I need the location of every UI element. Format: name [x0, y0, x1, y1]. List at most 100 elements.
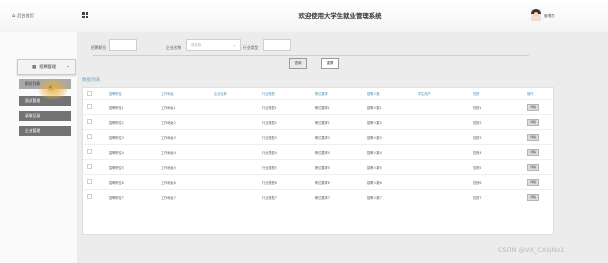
row-select-cell [83, 129, 109, 145]
col-header[interactable]: 职位要求 [315, 88, 367, 100]
table-cell: 性别2 [473, 114, 527, 130]
table-cell: 招聘职位4 [109, 144, 161, 160]
col-header[interactable]: 学生用户 [418, 88, 473, 100]
detail-button[interactable]: 详情 [527, 178, 539, 186]
row-checkbox[interactable] [87, 119, 92, 124]
col-header[interactable]: 企业名称 [214, 88, 262, 100]
user-name[interactable]: 管理员 [544, 14, 555, 19]
row-select-cell [83, 114, 109, 130]
filter-divider [93, 55, 529, 56]
table-row: 招聘职位4 工作地址4 行业类型4 职位要求4 招聘人数4 性别4 详情 [83, 144, 553, 160]
table-cell [214, 174, 262, 190]
row-action-cell: 详情 [527, 159, 553, 175]
row-select-cell [83, 174, 109, 190]
company-filter-select[interactable]: 请选择 ⌄ [186, 39, 241, 51]
table-cell: 性别5 [473, 159, 527, 175]
table-cell [214, 144, 262, 160]
row-checkbox[interactable] [87, 179, 92, 184]
row-checkbox[interactable] [87, 164, 92, 169]
col-header[interactable]: 性别 [473, 88, 527, 100]
table-row: 招聘职位6 工作地址6 行业类型6 职位要求6 招聘人数6 性别6 详情 [83, 174, 553, 190]
table-cell [418, 189, 473, 204]
table-cell [418, 99, 473, 115]
table-cell [214, 159, 262, 175]
table-cell: 职位要求1 [315, 99, 367, 115]
select-all-checkbox[interactable] [87, 90, 92, 96]
table-cell [418, 114, 473, 130]
reset-button[interactable]: 重置 [321, 58, 339, 69]
table-cell: 工作地址3 [161, 129, 214, 145]
table-cell: 招聘人数7 [367, 189, 418, 204]
main-content: 招聘职位 企业名称 请选择 ⌄ 行业类型 查询 重置 数据列表 招聘职位 工作地… [77, 32, 608, 263]
row-checkbox[interactable] [87, 149, 92, 154]
position-filter-input[interactable] [109, 39, 137, 51]
table-cell: 招聘职位3 [109, 129, 161, 145]
menu-grid-icon[interactable] [82, 12, 88, 18]
chevron-down-icon: ⌄ [232, 42, 236, 47]
table-cell: 招聘职位6 [109, 174, 161, 190]
table-row: 招聘职位7 工作地址7 行业类型7 职位要求7 招聘人数7 性别7 详情 [83, 189, 553, 204]
home-label: 后台首页 [17, 13, 34, 18]
industry-filter-input[interactable] [263, 39, 291, 51]
table-cell: 招聘职位5 [109, 159, 161, 175]
table-cell: 性别3 [473, 129, 527, 145]
table-cell: 行业类型4 [262, 144, 315, 160]
table-cell: 行业类型5 [262, 159, 315, 175]
company-filter-label: 企业名称 [166, 45, 182, 50]
row-checkbox[interactable] [87, 134, 92, 139]
row-action-cell: 详情 [527, 129, 553, 145]
row-checkbox[interactable] [87, 104, 92, 109]
table-cell: 工作地址7 [161, 189, 214, 204]
table-cell: 职位要求4 [315, 144, 367, 160]
detail-button[interactable]: 详情 [527, 118, 539, 126]
table-cell: 性别7 [473, 189, 527, 204]
home-link[interactable]: ⌂ 后台首页 [12, 13, 34, 19]
table-cell: 工作地址2 [161, 114, 214, 130]
row-action-cell: 详情 [527, 114, 553, 130]
row-select-cell [83, 99, 109, 115]
detail-button[interactable]: 详情 [527, 133, 539, 141]
user-avatar[interactable] [531, 9, 541, 21]
row-select-cell [83, 189, 109, 204]
table-cell [214, 114, 262, 130]
table-cell: 招聘人数6 [367, 174, 418, 190]
table-cell: 工作地址5 [161, 159, 214, 175]
table-cell [418, 159, 473, 175]
col-header[interactable]: 招聘职位 [109, 88, 161, 100]
grid-small-icon: ▦ [32, 64, 37, 70]
query-button[interactable]: 查询 [289, 58, 307, 69]
row-checkbox[interactable] [87, 194, 92, 199]
sidebar-item-company[interactable]: 企业管理 [19, 126, 71, 136]
col-header[interactable]: 工作地址 [161, 88, 214, 100]
home-icon: ⌂ [12, 13, 16, 19]
row-select-cell [83, 159, 109, 175]
row-select-cell [83, 144, 109, 160]
sidebar-item-admission[interactable]: 录取记录 [19, 111, 71, 121]
table-cell: 性别1 [473, 99, 527, 115]
table-cell: 招聘职位7 [109, 189, 161, 204]
table-cell: 招聘人数5 [367, 159, 418, 175]
watermark: CSDN @VX_CXsjNo1 [498, 246, 565, 254]
col-header[interactable]: 行业类型 [262, 88, 315, 100]
detail-button[interactable]: 详情 [527, 148, 539, 156]
table-row: 招聘职位3 工作地址3 行业类型3 职位要求3 招聘人数3 性别3 详情 [83, 129, 553, 145]
col-header[interactable]: 招聘人数 [367, 88, 418, 100]
menu-group-label: 招聘管理 [39, 64, 57, 69]
table-cell: 行业类型2 [262, 114, 315, 130]
row-action-cell: 详情 [527, 174, 553, 190]
table-cell [214, 129, 262, 145]
detail-button[interactable]: 详情 [527, 163, 539, 171]
table-cell: 行业类型1 [262, 99, 315, 115]
detail-button[interactable]: 详情 [527, 103, 539, 111]
table-cell: 职位要求6 [315, 174, 367, 190]
table-cell [418, 144, 473, 160]
table-row: 招聘职位5 工作地址5 行业类型5 职位要求5 招聘人数5 性别5 详情 [83, 159, 553, 175]
table-row: 招聘职位2 工作地址2 行业类型2 职位要求2 招聘人数2 性别2 详情 [83, 114, 553, 130]
table-cell: 行业类型6 [262, 174, 315, 190]
select-all-header [83, 88, 109, 100]
section-title: 数据列表 [82, 78, 101, 83]
detail-button[interactable]: 详情 [527, 193, 539, 201]
table-cell: 职位要求5 [315, 159, 367, 175]
menu-group-recruitment[interactable]: ▦ 招聘管理 ⌄ [17, 59, 76, 75]
table-cell: 职位要求2 [315, 114, 367, 130]
